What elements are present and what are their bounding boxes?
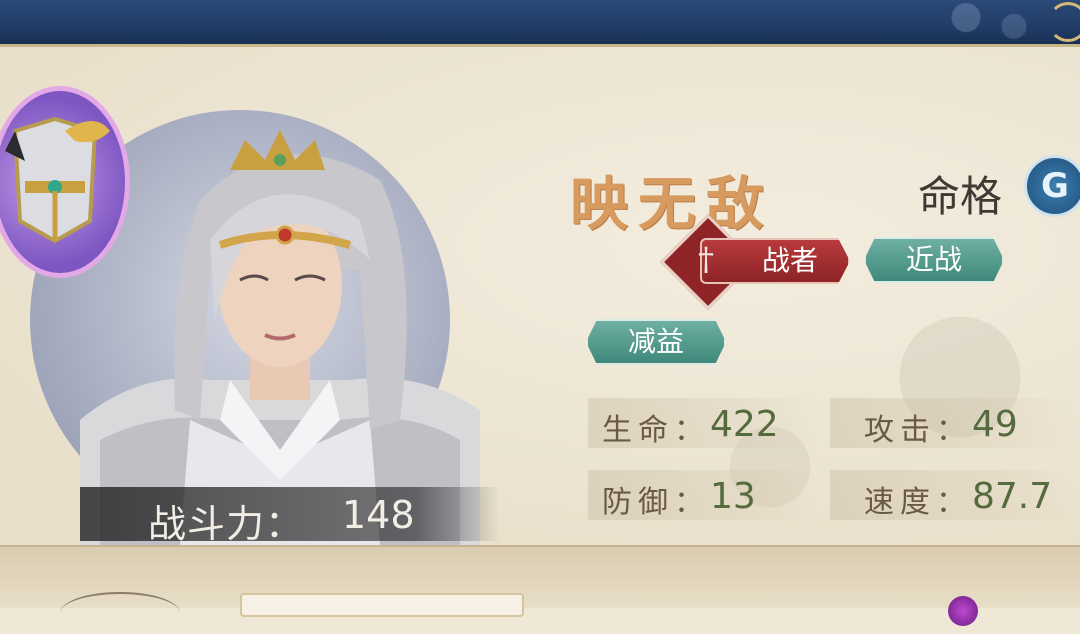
stat-value-defense: 13: [710, 476, 756, 517]
stat-value-hp: 422: [710, 404, 779, 445]
sword-icon: †: [698, 240, 714, 278]
stat-value-speed: 87.7: [972, 476, 1053, 517]
cloud-decoration: [930, 0, 1050, 44]
purple-orb-icon[interactable]: [948, 596, 978, 626]
bottom-plate[interactable]: [240, 593, 524, 617]
stat-label-defense: 防御：: [602, 485, 710, 520]
stat-label-hp: 生命：: [602, 413, 710, 448]
combat-power-label: 战斗力：: [148, 502, 305, 546]
role-tag-label: 战者: [761, 244, 818, 277]
stat-label-speed: 速度：: [864, 485, 972, 520]
scroll-ornament-icon: [1048, 2, 1080, 42]
effect-tag: 减益: [586, 319, 726, 365]
stat-label-attack: 攻击：: [864, 413, 972, 448]
hero-portrait: [80, 130, 480, 545]
stat-value-attack: 49: [972, 404, 1018, 445]
top-bar: [0, 0, 1080, 47]
role-tag: 战者: [700, 238, 850, 284]
combat-power-value: 148: [342, 493, 415, 537]
range-tag: 近战: [864, 237, 1004, 283]
bottom-arc-decoration: [60, 592, 180, 634]
destiny-label[interactable]: 命格: [918, 163, 1002, 224]
hero-name: 映无敌: [570, 170, 775, 238]
swirl-icon[interactable]: G: [1024, 155, 1080, 217]
